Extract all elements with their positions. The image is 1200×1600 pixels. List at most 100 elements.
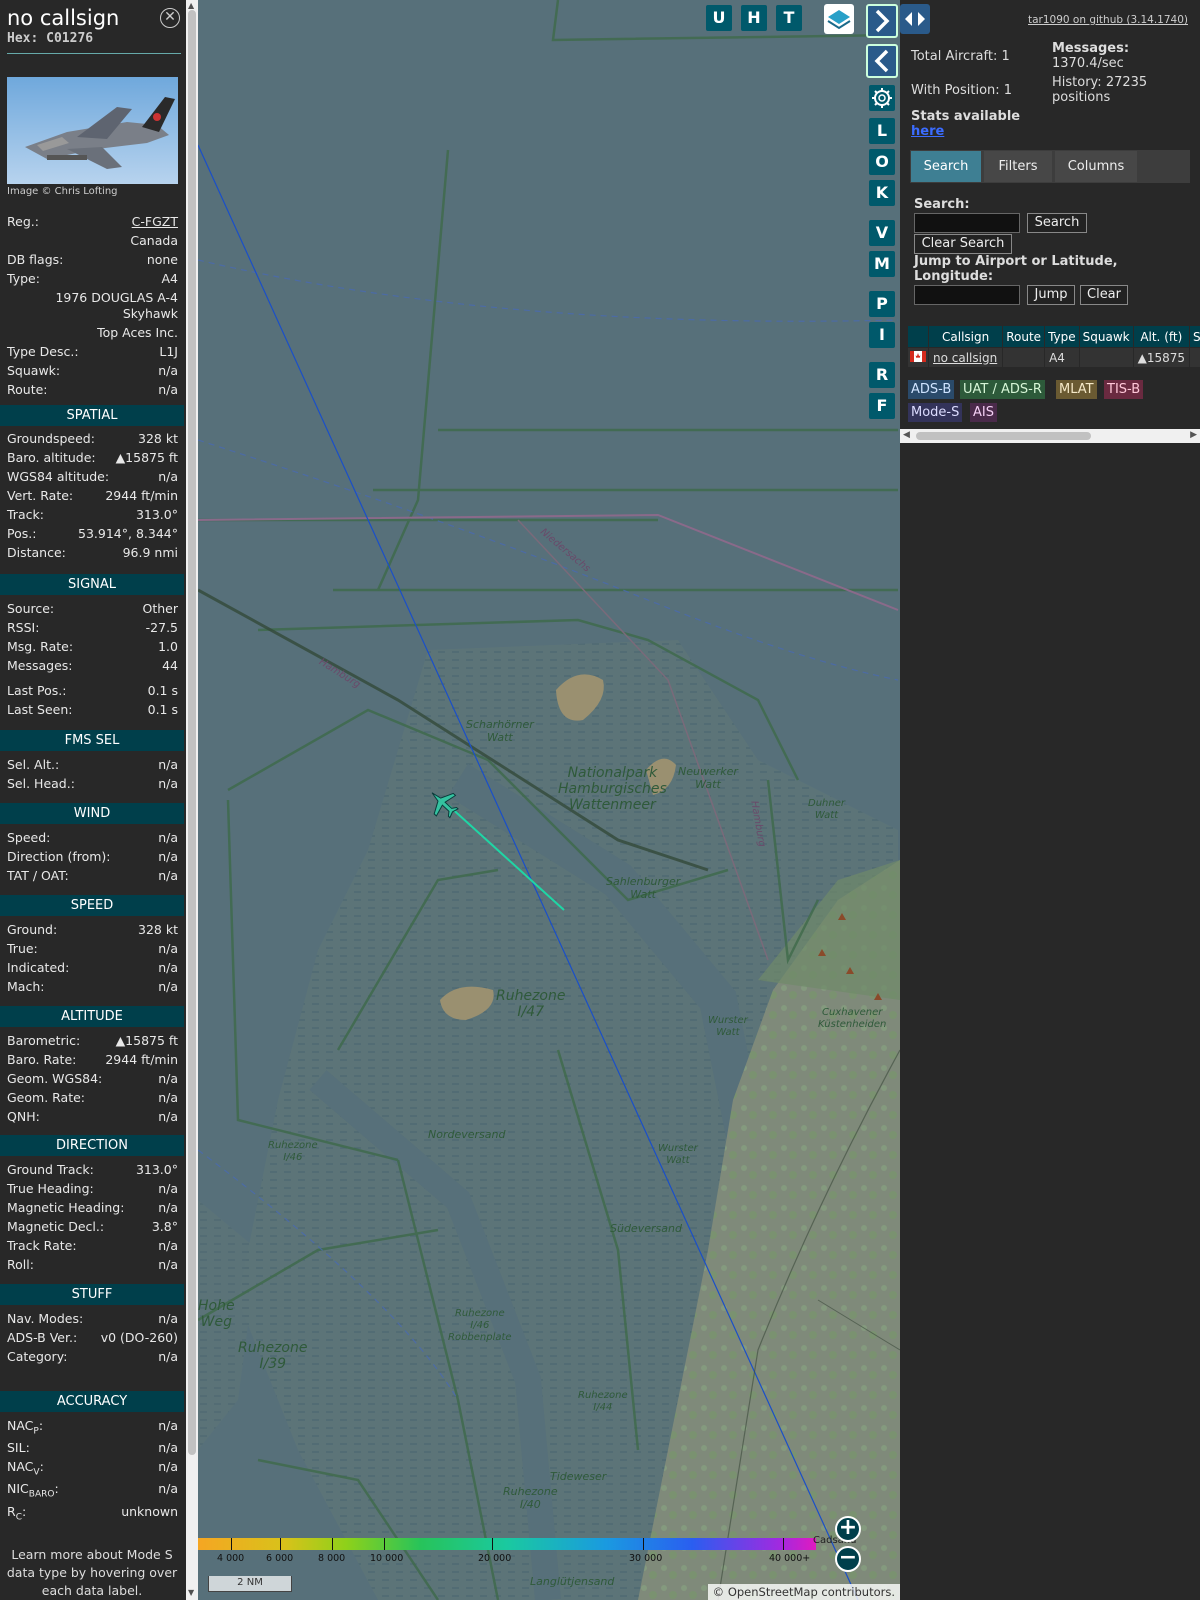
expand-sidebar-button[interactable] <box>866 4 898 38</box>
column-altitude[interactable]: Alt. (ft) <box>1132 325 1191 348</box>
sidebar-tabs: Search Filters Columns <box>910 150 1190 183</box>
column-speed[interactable]: S <box>1189 325 1200 348</box>
fms-row: Sel. Head.: n/a <box>7 776 178 794</box>
toggle-l-button[interactable]: L <box>869 118 895 144</box>
panel-resize-button[interactable] <box>900 4 930 34</box>
dbflags-value: none <box>146 252 178 267</box>
aircraft-icon[interactable] <box>426 786 460 820</box>
toggle-o-button[interactable]: O <box>869 149 895 175</box>
search-button[interactable]: Search <box>1027 213 1087 233</box>
detail-scrollbar[interactable]: ▲ ▼ <box>186 0 198 1600</box>
altitude-label: QNH: <box>7 1109 40 1124</box>
altitude-label: Geom. WGS84: <box>7 1071 103 1086</box>
map-view[interactable]: Nationalpark Hamburgisches Wattenmeer Sch… <box>198 0 900 1600</box>
search-input[interactable] <box>914 213 1020 233</box>
wind-row: Direction (from): n/a <box>7 849 178 867</box>
direction-row: Track Rate: n/a <box>7 1238 178 1256</box>
speed-label: Mach: <box>7 979 45 994</box>
wind-label: Direction (from): <box>7 849 111 864</box>
layers-button[interactable] <box>824 4 854 34</box>
toggle-i-button[interactable]: I <box>869 322 895 348</box>
jump-input[interactable] <box>914 285 1020 305</box>
accuracy-row: NACP: n/a <box>7 1418 178 1437</box>
github-link[interactable]: tar1090 on github (3.14.1740) <box>1028 14 1188 26</box>
map-place-label: Ruhezone I/40 <box>503 1485 558 1511</box>
history-label: History: 27235 <box>1052 75 1148 90</box>
toggle-h-button[interactable]: H <box>741 5 767 31</box>
speed-value: n/a <box>158 960 178 975</box>
table-horizontal-scrollbar[interactable]: ◀ ▶ <box>900 429 1200 443</box>
column-route[interactable]: Route <box>1002 325 1046 348</box>
column-type[interactable]: Type <box>1044 325 1080 348</box>
toggle-u-button[interactable]: U <box>706 5 732 31</box>
direction-label: Track Rate: <box>7 1238 77 1253</box>
column-squawk[interactable]: Squawk <box>1078 325 1134 348</box>
toggle-r-button[interactable]: R <box>869 362 895 388</box>
speed-row: Mach: n/a <box>7 979 178 997</box>
zoom-in-button[interactable]: + <box>835 1516 861 1542</box>
spatial-row: Track: 313.0° <box>7 507 178 525</box>
column-flag[interactable] <box>907 325 929 348</box>
zoom-out-button[interactable]: − <box>835 1546 861 1572</box>
scrollbar-thumb[interactable] <box>916 432 1091 440</box>
column-callsign[interactable]: Callsign <box>927 325 1004 348</box>
signal-row: Msg. Rate: 1.0 <box>7 639 178 657</box>
reg-link[interactable]: C-FGZT <box>132 214 178 229</box>
clear-button[interactable]: Clear <box>1080 285 1128 305</box>
speed-label: True: <box>7 941 38 956</box>
scroll-right-icon[interactable]: ▶ <box>1190 430 1197 440</box>
source-badge: ADS-B <box>908 380 955 399</box>
row-callsign[interactable]: no callsign <box>927 347 1004 368</box>
clear-search-button[interactable]: Clear Search <box>914 234 1012 254</box>
altitude-row: Geom. WGS84: n/a <box>7 1071 178 1089</box>
direction-value: n/a <box>158 1238 178 1253</box>
toggle-p-button[interactable]: P <box>869 291 895 317</box>
toggle-t-button[interactable]: T <box>776 5 802 31</box>
map-place-label: Cuxhavener Küstenheiden <box>818 1007 887 1030</box>
table-row[interactable]: no callsign A4 ▲15875 <box>907 347 1200 368</box>
fms-value: n/a <box>158 776 178 791</box>
accuracy-row: SIL: n/a <box>7 1440 178 1458</box>
scale-bar: 2 NM <box>208 1576 292 1592</box>
scroll-up-icon[interactable]: ▲ <box>188 1 194 10</box>
tab-search[interactable]: Search <box>911 151 981 182</box>
legend-tick-label: 4 000 <box>217 1553 245 1564</box>
legend-tick-mark <box>643 1538 644 1550</box>
toggle-f-button[interactable]: F <box>869 393 895 419</box>
legend-tick-label: 8 000 <box>318 1553 346 1564</box>
tab-columns[interactable]: Columns <box>1055 151 1137 182</box>
tab-filters[interactable]: Filters <box>984 151 1052 182</box>
direction-label: Magnetic Heading: <box>7 1200 125 1215</box>
header-divider <box>7 53 181 54</box>
toggle-v-button[interactable]: V <box>869 220 895 246</box>
type-value: A4 <box>161 271 178 286</box>
toggle-k-button[interactable]: K <box>869 180 895 206</box>
legend-tick-label: 40 000+ <box>769 1553 811 1564</box>
close-icon[interactable]: ✕ <box>160 8 180 28</box>
wind-value: n/a <box>158 830 178 845</box>
direction-value: n/a <box>158 1257 178 1272</box>
signal-value: Other <box>142 601 179 616</box>
wind-row: TAT / OAT: n/a <box>7 868 178 886</box>
map-place-label: Duhner Watt <box>808 798 845 821</box>
scrollbar-thumb[interactable] <box>188 10 196 1455</box>
stats-here-link[interactable]: here <box>911 124 944 139</box>
section-header-altitude: ALTITUDE <box>0 1006 184 1027</box>
altitude-row: QNH: n/a <box>7 1109 178 1127</box>
source-badge: AIS <box>970 403 997 422</box>
map-place-label: Hohe Weg <box>198 1298 235 1330</box>
direction-label: Roll: <box>7 1257 34 1272</box>
scroll-down-icon[interactable]: ▼ <box>188 1588 194 1597</box>
jump-button[interactable]: Jump <box>1027 285 1075 305</box>
speed-value: 328 kt <box>138 922 178 937</box>
collapse-sidebar-button[interactable] <box>866 44 898 78</box>
canada-flag-icon <box>910 350 926 362</box>
legend-tick-mark <box>384 1538 385 1550</box>
settings-button[interactable] <box>869 85 895 111</box>
map-place-label: Ruhezone I/44 <box>578 1390 628 1413</box>
scroll-left-icon[interactable]: ◀ <box>903 430 910 440</box>
image-credit: Image © Chris Lofting <box>7 186 118 197</box>
aircraft-photo[interactable] <box>7 77 178 184</box>
fms-row: Sel. Alt.: n/a <box>7 757 178 775</box>
toggle-m-button[interactable]: M <box>869 251 895 277</box>
